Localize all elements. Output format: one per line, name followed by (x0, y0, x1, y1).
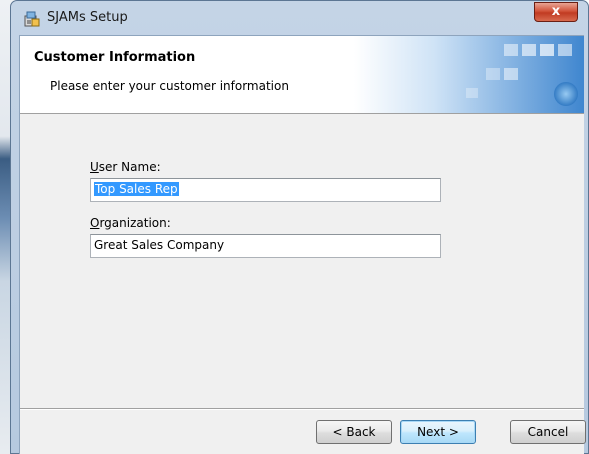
header-banner: Customer Information Please enter your c… (20, 36, 584, 114)
installer-icon (23, 10, 41, 28)
cancel-button[interactable]: Cancel (510, 420, 586, 444)
user-name-accelerator: U (90, 160, 99, 174)
page-subtitle: Please enter your customer information (50, 79, 289, 93)
close-button[interactable]: x (534, 2, 578, 22)
organization-label: Organization: (90, 216, 171, 230)
dialog-body: Customer Information Please enter your c… (19, 35, 586, 454)
title-bar[interactable]: SJAMs Setup x (11, 1, 588, 35)
organization-label-text: rganization: (99, 216, 171, 230)
setup-window: SJAMs Setup x Customer Information Pleas… (10, 0, 589, 454)
back-button[interactable]: < Back (316, 420, 392, 444)
user-name-label: User Name: (90, 160, 161, 174)
organization-value: Great Sales Company (94, 238, 225, 252)
user-name-label-text: ser Name: (98, 160, 161, 174)
organization-field[interactable]: Great Sales Company (90, 234, 441, 258)
user-name-value: Top Sales Rep (94, 182, 179, 196)
page-title: Customer Information (34, 50, 196, 65)
footer-divider (20, 408, 584, 410)
window-title: SJAMs Setup (47, 10, 128, 25)
user-name-field[interactable]: Top Sales Rep (90, 178, 441, 202)
banner-graphic (354, 36, 584, 113)
next-button[interactable]: Next > (400, 420, 476, 444)
